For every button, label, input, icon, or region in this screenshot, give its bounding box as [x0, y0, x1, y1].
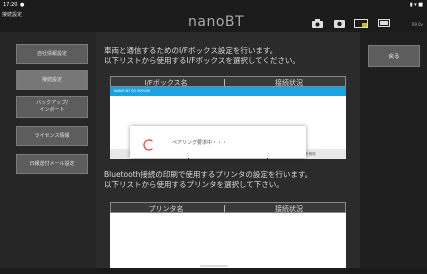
right-panel: 戻る: [360, 32, 427, 268]
printer-table: プリンタ名 接続状況: [110, 202, 346, 268]
ifbox-table-header: I/Fボックス名 接続状況: [110, 76, 346, 87]
sidebar-item-label: 自社情報設定: [36, 50, 67, 57]
back-button-label: 戻る: [388, 54, 400, 60]
table-row[interactable]: NANO-BT 00 000000: [110, 87, 346, 96]
battery-icon: [378, 19, 390, 28]
column-separator: [224, 79, 225, 86]
app-logo: nanoBT: [188, 14, 245, 30]
printer-desc-line1: Bluetooth接続の印刷で使用するプリンタの設定を行います。: [104, 170, 313, 179]
settings-sidebar: 自社情報設定 接続設定 バックアップ/ インポート ライセンス情報 日報送付メー…: [0, 32, 96, 268]
sidebar-item-license[interactable]: ライセンス情報: [16, 126, 88, 146]
sidebar-item-label: 接続設定: [41, 76, 62, 83]
printer-table-header: プリンタ名 接続状況: [110, 202, 346, 213]
ifbox-desc-line1: 車両と通信するためのI/Fボックス設定を行います。: [104, 46, 278, 55]
sidebar-item-label: ライセンス情報: [34, 132, 70, 139]
sidebar-item-label: 日報送付メール設定: [29, 160, 75, 167]
camera-icon[interactable]: [312, 19, 323, 28]
screen-title: 接続設定: [2, 12, 23, 18]
notification-dot: ●: [20, 2, 25, 8]
sidebar-item-connection[interactable]: 接続設定: [16, 70, 88, 90]
printer-description: Bluetooth接続の印刷で使用するプリンタの設定を行います。 以下リストから…: [104, 170, 312, 190]
home-indicator[interactable]: [200, 265, 228, 267]
version-label: 09.0v: [411, 22, 423, 27]
column-separator: [224, 205, 225, 212]
printer-col-name: プリンタ名: [148, 205, 184, 213]
ifbox-row-name: NANO-BT 00 000000: [114, 89, 151, 93]
sidebar-item-report-mail[interactable]: 日報送付メール設定: [16, 154, 88, 174]
folder-icon[interactable]: [354, 19, 368, 28]
back-button[interactable]: 戻る: [368, 45, 420, 67]
app-header: 接続設定 nanoBT 09.0v: [0, 10, 427, 32]
sidebar-item-company-info[interactable]: 自社情報設定: [16, 44, 88, 64]
sidebar-item-label: バックアップ/ インポート: [36, 100, 68, 113]
camera-icon-2[interactable]: [334, 19, 345, 28]
loading-spinner-icon: [142, 136, 154, 155]
status-bar: 17:20 ● ▮ ▾ ■: [0, 0, 427, 10]
printer-col-status: 接続状況: [275, 205, 303, 213]
ifbox-desc-line2: 以下リストから使用するI/Fボックスを選択してください。: [104, 56, 300, 65]
sidebar-item-backup-import[interactable]: バックアップ/ インポート: [16, 96, 88, 118]
dialog-message: ペアリング要求中・・・: [172, 140, 228, 146]
system-icons: ▮ ▾ ■: [409, 2, 423, 8]
status-time: 17:20: [3, 2, 18, 8]
printer-desc-line2: 以下リストから使用するプリンタを選択して下さい。: [104, 180, 284, 189]
bottom-bar: [0, 268, 427, 274]
ifbox-description: 車両と通信するためのI/Fボックス設定を行います。 以下リストから使用するI/F…: [104, 46, 300, 66]
pairing-dialog: ペアリング要求中・・・: [130, 126, 306, 158]
